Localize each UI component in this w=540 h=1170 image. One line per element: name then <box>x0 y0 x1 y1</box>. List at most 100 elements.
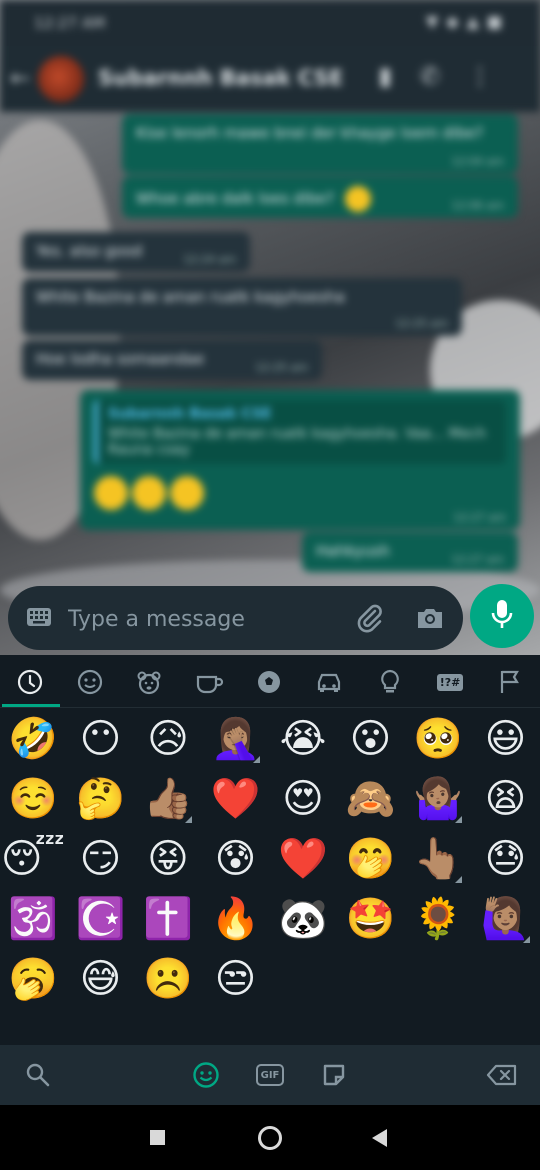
emoji-key[interactable]: ❤️ <box>273 829 333 889</box>
skin-tone-indicator <box>522 936 530 943</box>
emoji-key[interactable]: 😥 <box>138 709 198 769</box>
message-time: 12:04 am <box>451 155 504 168</box>
symbols-label: !?# <box>436 673 464 691</box>
emoji-key[interactable]: 😴 <box>1 829 65 889</box>
message-time: 12:06 am <box>451 199 504 212</box>
gif-label: GIF <box>256 1064 284 1086</box>
emoji-key[interactable]: 😝 <box>138 829 198 889</box>
emoji-key[interactable]: 😃 <box>476 709 536 769</box>
emoji-key[interactable]: 🤔 <box>71 769 131 829</box>
flag-category-icon[interactable] <box>495 667 525 697</box>
emoji-key[interactable]: 🙈 <box>341 769 401 829</box>
emoji-key[interactable]: 🤩 <box>341 889 401 949</box>
message-text: Hahkyush <box>316 542 390 560</box>
food-category-icon[interactable] <box>194 667 224 697</box>
objects-bulb-icon[interactable] <box>375 667 405 697</box>
symbols-category-icon[interactable]: !?# <box>434 667 466 697</box>
message-text: Whoe abre dalk loes dibe? <box>136 189 334 208</box>
message-input[interactable] <box>66 600 340 638</box>
message-bubble: Subarnnh Basak CSE White Bazina de aman … <box>80 390 520 530</box>
emoji-key[interactable]: 😰 <box>206 829 266 889</box>
skin-tone-indicator <box>455 876 462 883</box>
travel-car-icon[interactable] <box>314 667 344 697</box>
home-circle-icon[interactable] <box>258 1126 282 1150</box>
emoji-key[interactable]: 🤷🏽‍♀️ <box>408 769 468 829</box>
quoted-author: Subarnnh Basak CSE <box>108 406 272 422</box>
emoji-key[interactable]: ☪️ <box>71 889 131 949</box>
emoji-key[interactable]: ☺️ <box>3 769 63 829</box>
emoji-key[interactable]: 😏 <box>71 829 131 889</box>
camera-icon[interactable] <box>414 602 446 634</box>
emoji-image <box>170 476 204 510</box>
message-bubble: Yes. also good 12:24 am <box>22 232 250 272</box>
emoji-key[interactable]: 🥺 <box>408 709 468 769</box>
emoji-key[interactable]: 🕉️ <box>3 889 63 949</box>
emoji-key[interactable]: 😭 <box>273 709 333 769</box>
back-arrow-icon[interactable]: ← <box>10 64 30 92</box>
backspace-icon[interactable] <box>486 1061 518 1089</box>
emoji-key[interactable]: 🔥 <box>206 889 266 949</box>
emoji-key[interactable]: 😓 <box>476 829 536 889</box>
system-navigation-bar <box>0 1105 540 1170</box>
keyboard-icon[interactable] <box>26 606 52 628</box>
contact-name[interactable]: Subarnnh Basak CSE <box>98 66 343 90</box>
quoted-message[interactable]: Subarnnh Basak CSE White Bazina de aman … <box>94 400 506 464</box>
emoji-category-bar: !?# <box>0 655 540 708</box>
microphone-icon <box>488 598 516 634</box>
skin-tone-indicator <box>252 756 260 763</box>
emoji-image <box>344 186 371 212</box>
message-text: Hoe lodha somaandae <box>36 350 205 368</box>
emoji-key[interactable]: 😍 <box>273 769 333 829</box>
message-bubble: Hahkyush 12:27 am <box>302 532 518 572</box>
animal-category-icon[interactable] <box>134 667 164 697</box>
emoji-key[interactable]: ☹️ <box>138 949 198 1009</box>
sticker-icon[interactable] <box>320 1061 348 1089</box>
emoji-key[interactable]: 😶 <box>71 709 131 769</box>
emoji-key[interactable]: 😫 <box>476 769 536 829</box>
emoji-tab-icon[interactable] <box>192 1061 220 1089</box>
search-icon[interactable] <box>24 1061 52 1089</box>
active-category-indicator <box>2 704 60 707</box>
skin-tone-indicator <box>185 816 192 823</box>
emoji-key[interactable]: 🤦🏽‍♀️ <box>206 709 266 769</box>
emoji-key[interactable]: 🌻 <box>408 889 468 949</box>
emoji-key[interactable]: ❤️ <box>206 769 266 829</box>
message-text: Yes. also good <box>36 242 143 260</box>
gif-tab-button[interactable]: GIF <box>256 1061 284 1089</box>
emoji-key[interactable]: 😅 <box>71 949 131 1009</box>
message-bubble: Hoe lodha somaandae 12:25 am <box>22 340 322 380</box>
call-actions[interactable]: ▮✆⋮ <box>379 62 520 90</box>
emoji-key[interactable]: 🙋🏽‍♀️ <box>476 889 536 949</box>
message-time: 12:24 am <box>183 253 236 266</box>
recent-clock-icon[interactable] <box>15 667 45 697</box>
smiley-category-icon[interactable] <box>75 667 105 697</box>
status-bar: 12:27 AM ▼◆▲■ <box>0 0 540 46</box>
status-time: 12:27 AM <box>34 14 106 32</box>
emoji-key[interactable]: 🤣 <box>3 709 63 769</box>
emoji-key[interactable]: 🤭 <box>341 829 401 889</box>
message-text: White Bazina de aman ruatk kagyhoesha <box>36 288 345 306</box>
emoji-key[interactable]: 😒 <box>206 949 266 1009</box>
emoji-image <box>94 476 128 510</box>
emoji-key[interactable]: 👆🏽 <box>408 829 468 889</box>
skin-tone-indicator <box>455 816 462 823</box>
recents-square-icon[interactable] <box>150 1130 165 1145</box>
emoji-key[interactable]: 👍🏽 <box>138 769 198 829</box>
emoji-panel-bottom-bar: GIF <box>0 1045 540 1105</box>
back-triangle-icon[interactable] <box>372 1129 387 1147</box>
emoji-key[interactable]: 🥱 <box>3 949 63 1009</box>
emoji-image <box>132 476 166 510</box>
attach-paperclip-icon[interactable] <box>354 602 386 634</box>
message-text: Kise lenorh mawe bnei der khayge loem di… <box>136 124 484 142</box>
avatar[interactable] <box>38 56 84 102</box>
activity-ball-icon[interactable] <box>254 667 284 697</box>
emoji-line <box>94 476 506 514</box>
status-icons: ▼◆▲■ <box>425 12 510 31</box>
emoji-key[interactable]: 😮 <box>341 709 401 769</box>
message-time: 12:25 am <box>255 361 308 374</box>
emoji-key[interactable]: ✝️ <box>138 889 198 949</box>
message-time: 12:25 am <box>395 317 448 330</box>
message-bubble: White Bazina de aman ruatk kagyhoesha 12… <box>22 278 462 336</box>
emoji-key[interactable]: 🐼 <box>273 889 333 949</box>
voice-record-button[interactable] <box>470 584 534 648</box>
